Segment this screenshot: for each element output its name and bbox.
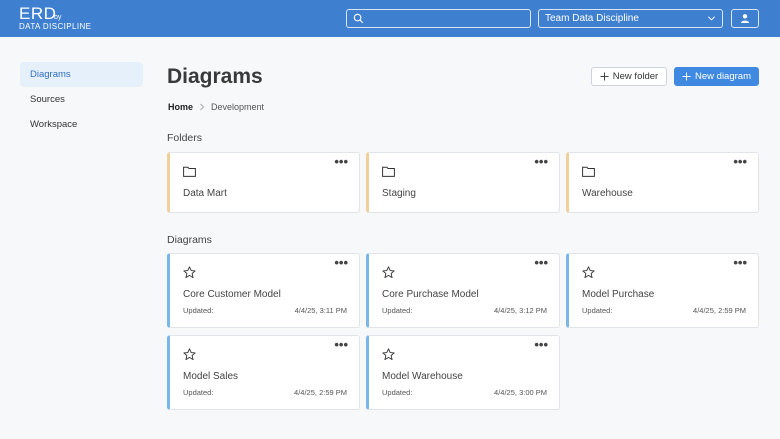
breadcrumb: Home Development bbox=[168, 102, 264, 112]
search-input[interactable] bbox=[367, 10, 527, 27]
team-select-value: Team Data Discipline bbox=[545, 13, 639, 24]
page-title: Diagrams bbox=[167, 65, 263, 88]
user-icon bbox=[741, 14, 749, 23]
logo[interactable]: ERD by DATA DISCIPLINE bbox=[19, 5, 92, 32]
search-box[interactable] bbox=[346, 9, 531, 28]
folder-name: Warehouse bbox=[582, 188, 633, 199]
updated-label: Updated: bbox=[382, 306, 413, 315]
diagram-card-core-customer-model[interactable]: ••• Core Customer Model Updated: 4/4/25,… bbox=[167, 253, 360, 328]
star-icon[interactable] bbox=[183, 266, 196, 279]
new-folder-label: New folder bbox=[612, 71, 659, 82]
folder-icon bbox=[382, 166, 395, 177]
sidebar-item-workspace[interactable]: Workspace bbox=[20, 112, 143, 137]
breadcrumb-home[interactable]: Home bbox=[168, 102, 193, 112]
diagram-card-core-purchase-model[interactable]: ••• Core Purchase Model Updated: 4/4/25,… bbox=[366, 253, 560, 328]
diagram-name: Core Customer Model bbox=[183, 289, 281, 300]
chevron-down-icon bbox=[707, 16, 716, 21]
folder-card-data-mart[interactable]: ••• Data Mart bbox=[167, 152, 360, 213]
folder-card-warehouse[interactable]: ••• Warehouse bbox=[566, 152, 759, 213]
star-icon[interactable] bbox=[382, 266, 395, 279]
new-diagram-label: New diagram bbox=[695, 71, 751, 82]
more-icon[interactable]: ••• bbox=[334, 155, 348, 168]
updated-time: 4/4/25, 3:11 PM bbox=[294, 306, 347, 315]
new-diagram-button[interactable]: New diagram bbox=[674, 67, 759, 86]
more-icon[interactable]: ••• bbox=[733, 155, 747, 168]
more-icon[interactable]: ••• bbox=[334, 338, 348, 351]
sidebar: Diagrams Sources Workspace bbox=[20, 62, 143, 137]
logo-subtitle: DATA DISCIPLINE bbox=[19, 22, 92, 31]
folders-heading: Folders bbox=[167, 132, 203, 144]
user-menu-button[interactable] bbox=[731, 9, 759, 28]
folder-card-staging[interactable]: ••• Staging bbox=[366, 152, 560, 213]
diagram-name: Model Sales bbox=[183, 371, 239, 382]
more-icon[interactable]: ••• bbox=[534, 256, 548, 269]
sidebar-item-sources[interactable]: Sources bbox=[20, 87, 143, 112]
diagrams-heading: Diagrams bbox=[167, 234, 212, 246]
more-icon[interactable]: ••• bbox=[334, 256, 348, 269]
chevron-right-icon bbox=[200, 103, 205, 111]
plus-icon bbox=[600, 72, 609, 81]
folder-name: Data Mart bbox=[183, 188, 227, 199]
logo-by: by bbox=[54, 14, 62, 21]
folder-icon bbox=[183, 166, 196, 177]
updated-label: Updated: bbox=[382, 388, 413, 397]
diagram-card-model-purchase[interactable]: ••• Model Purchase Updated: 4/4/25, 2:59… bbox=[566, 253, 759, 328]
breadcrumb-current: Development bbox=[211, 102, 265, 112]
diagram-name: Model Warehouse bbox=[382, 371, 463, 382]
diagram-card-model-warehouse[interactable]: ••• Model Warehouse Updated: 4/4/25, 3:0… bbox=[366, 335, 560, 410]
updated-label: Updated: bbox=[582, 306, 613, 315]
folder-icon bbox=[582, 166, 595, 177]
star-icon[interactable] bbox=[582, 266, 595, 279]
more-icon[interactable]: ••• bbox=[733, 256, 747, 269]
new-folder-button[interactable]: New folder bbox=[591, 67, 667, 86]
star-icon[interactable] bbox=[382, 348, 395, 361]
diagram-name: Model Purchase bbox=[582, 289, 655, 300]
search-icon bbox=[353, 13, 364, 24]
updated-time: 4/4/25, 2:59 PM bbox=[693, 306, 746, 315]
team-select[interactable]: Team Data Discipline bbox=[538, 9, 723, 28]
updated-time: 4/4/25, 3:12 PM bbox=[494, 306, 547, 315]
diagram-card-model-sales[interactable]: ••• Model Sales Updated: 4/4/25, 2:59 PM bbox=[167, 335, 360, 410]
more-icon[interactable]: ••• bbox=[534, 338, 548, 351]
more-icon[interactable]: ••• bbox=[534, 155, 548, 168]
plus-icon bbox=[682, 72, 691, 81]
folder-name: Staging bbox=[382, 188, 416, 199]
updated-time: 4/4/25, 2:59 PM bbox=[294, 388, 347, 397]
updated-time: 4/4/25, 3:00 PM bbox=[494, 388, 547, 397]
top-bar: ERD by DATA DISCIPLINE Team Data Discipl… bbox=[0, 0, 780, 37]
updated-label: Updated: bbox=[183, 388, 214, 397]
star-icon[interactable] bbox=[183, 348, 196, 361]
sidebar-item-diagrams[interactable]: Diagrams bbox=[20, 62, 143, 87]
updated-label: Updated: bbox=[183, 306, 214, 315]
diagram-name: Core Purchase Model bbox=[382, 289, 479, 300]
